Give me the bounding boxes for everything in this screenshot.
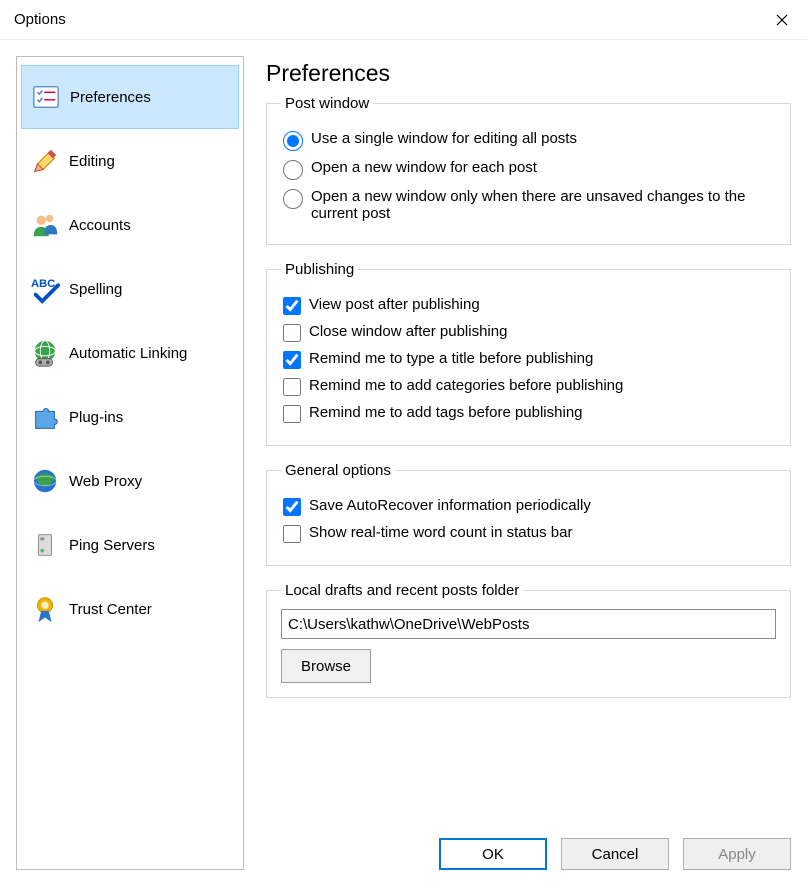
check-view-post[interactable] <box>283 297 301 315</box>
general-option-wordcount[interactable]: Show real-time word count in status bar <box>281 524 776 543</box>
check-autorecover[interactable] <box>283 498 301 516</box>
post-window-radio-unsaved[interactable] <box>283 189 303 209</box>
post-window-legend: Post window <box>281 95 373 112</box>
sidebar-item-web-proxy[interactable]: Web Proxy <box>21 449 239 513</box>
post-window-group: Post window Use a single window for edit… <box>266 95 791 245</box>
globe-link-icon <box>27 338 63 368</box>
title-bar: Options <box>0 0 807 40</box>
sidebar-item-label: Accounts <box>69 217 131 234</box>
page-heading: Preferences <box>266 60 791 87</box>
check-label: Remind me to add categories before publi… <box>309 377 623 394</box>
sidebar: Preferences Editing Accounts ABC Spellin… <box>16 56 244 870</box>
radio-label: Open a new window only when there are un… <box>311 188 776 222</box>
ribbon-icon <box>27 594 63 624</box>
pencil-icon <box>27 146 63 176</box>
publishing-group: Publishing View post after publishing Cl… <box>266 261 791 446</box>
sidebar-item-label: Editing <box>69 153 115 170</box>
local-folder-input[interactable] <box>281 609 776 639</box>
local-folder-legend: Local drafts and recent posts folder <box>281 582 523 599</box>
post-window-radio-new[interactable] <box>283 160 303 180</box>
check-label: Remind me to type a title before publish… <box>309 350 593 367</box>
puzzle-icon <box>27 402 63 432</box>
close-icon <box>776 14 788 26</box>
post-window-option-unsaved[interactable]: Open a new window only when there are un… <box>281 188 776 222</box>
svg-text:ABC: ABC <box>31 278 55 290</box>
spelling-icon: ABC <box>27 274 63 304</box>
sidebar-item-label: Plug-ins <box>69 409 123 426</box>
server-icon <box>27 530 63 560</box>
apply-button[interactable]: Apply <box>683 838 791 870</box>
sidebar-item-accounts[interactable]: Accounts <box>21 193 239 257</box>
check-label: Show real-time word count in status bar <box>309 524 572 541</box>
window-title: Options <box>14 11 757 28</box>
sidebar-item-spelling[interactable]: ABC Spelling <box>21 257 239 321</box>
sidebar-item-label: Web Proxy <box>69 473 142 490</box>
publishing-option-close[interactable]: Close window after publishing <box>281 323 776 342</box>
general-options-group: General options Save AutoRecover informa… <box>266 462 791 566</box>
cancel-button[interactable]: Cancel <box>561 838 669 870</box>
check-label: Save AutoRecover information periodicall… <box>309 497 591 514</box>
preferences-icon <box>28 82 64 112</box>
sidebar-item-label: Trust Center <box>69 601 152 618</box>
people-icon <box>27 210 63 240</box>
sidebar-item-automatic-linking[interactable]: Automatic Linking <box>21 321 239 385</box>
radio-label: Use a single window for editing all post… <box>311 130 577 147</box>
sidebar-item-trust-center[interactable]: Trust Center <box>21 577 239 641</box>
check-remind-tags[interactable] <box>283 405 301 423</box>
check-close-window[interactable] <box>283 324 301 342</box>
radio-label: Open a new window for each post <box>311 159 537 176</box>
sidebar-item-label: Preferences <box>70 89 151 106</box>
sidebar-item-plugins[interactable]: Plug-ins <box>21 385 239 449</box>
sidebar-item-editing[interactable]: Editing <box>21 129 239 193</box>
check-label: Close window after publishing <box>309 323 507 340</box>
ok-button[interactable]: OK <box>439 838 547 870</box>
publishing-legend: Publishing <box>281 261 358 278</box>
browse-button[interactable]: Browse <box>281 649 371 683</box>
general-legend: General options <box>281 462 395 479</box>
sidebar-item-preferences[interactable]: Preferences <box>21 65 239 129</box>
check-remind-title[interactable] <box>283 351 301 369</box>
content-pane: Preferences Post window Use a single win… <box>244 56 791 870</box>
check-wordcount[interactable] <box>283 525 301 543</box>
check-remind-categories[interactable] <box>283 378 301 396</box>
publishing-option-remind-categories[interactable]: Remind me to add categories before publi… <box>281 377 776 396</box>
globe-icon <box>27 466 63 496</box>
dialog-button-bar: OK Cancel Apply <box>266 824 791 870</box>
post-window-radio-single[interactable] <box>283 131 303 151</box>
sidebar-item-ping-servers[interactable]: Ping Servers <box>21 513 239 577</box>
check-label: View post after publishing <box>309 296 480 313</box>
publishing-option-view[interactable]: View post after publishing <box>281 296 776 315</box>
sidebar-item-label: Automatic Linking <box>69 345 187 362</box>
close-button[interactable] <box>757 0 807 40</box>
publishing-option-remind-title[interactable]: Remind me to type a title before publish… <box>281 350 776 369</box>
sidebar-item-label: Spelling <box>69 281 122 298</box>
sidebar-item-label: Ping Servers <box>69 537 155 554</box>
general-option-autorecover[interactable]: Save AutoRecover information periodicall… <box>281 497 776 516</box>
post-window-option-single[interactable]: Use a single window for editing all post… <box>281 130 776 151</box>
post-window-option-new[interactable]: Open a new window for each post <box>281 159 776 180</box>
dialog-body: Preferences Editing Accounts ABC Spellin… <box>0 40 807 886</box>
check-label: Remind me to add tags before publishing <box>309 404 583 421</box>
local-folder-group: Local drafts and recent posts folder Bro… <box>266 582 791 698</box>
publishing-option-remind-tags[interactable]: Remind me to add tags before publishing <box>281 404 776 423</box>
